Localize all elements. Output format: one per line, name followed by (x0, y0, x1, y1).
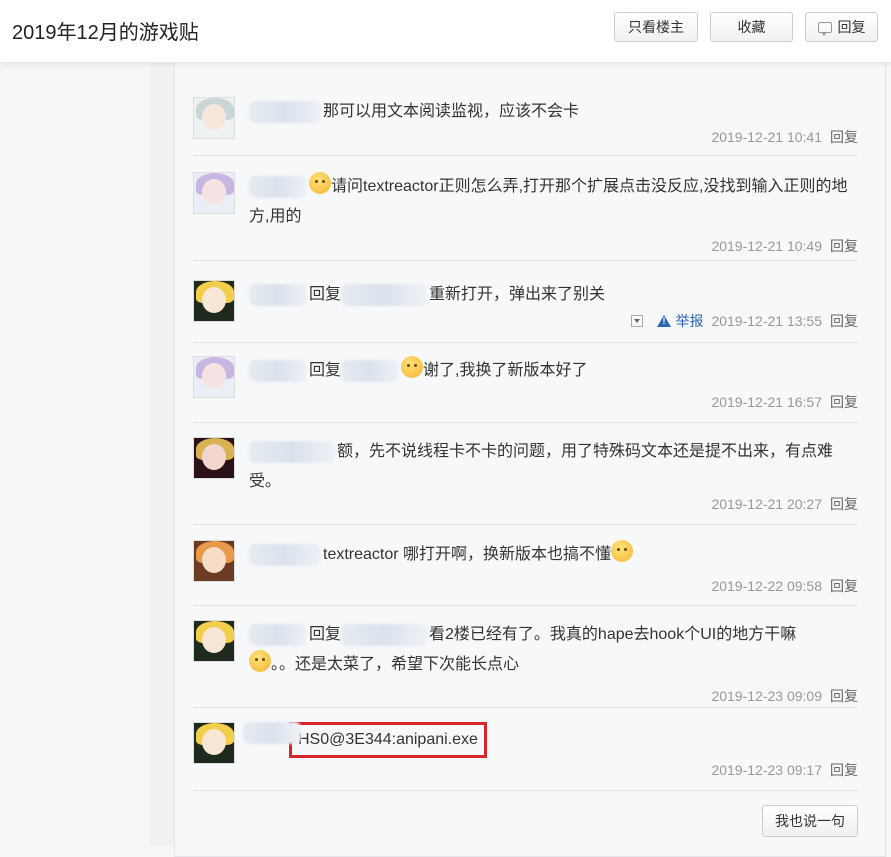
reply-link[interactable]: 回复 (830, 311, 858, 331)
reply-time: 2019-12-21 13:55 (711, 313, 822, 329)
reply-link[interactable]: 回复 (830, 236, 858, 256)
reply-button[interactable]: 回复 (805, 12, 878, 42)
reply-item: 那可以用文本阅读监视，应该不会卡 2019-12-21 10:41 回复 (193, 97, 858, 156)
avatar-blonde-hair-icon[interactable] (193, 722, 235, 764)
reply-link[interactable]: 回复 (830, 392, 858, 412)
reply-meta: 2019-12-21 20:27 回复 (711, 494, 858, 514)
reply-prefix: 回复 (309, 362, 342, 379)
reply-link[interactable]: 回复 (830, 127, 858, 147)
reply-link[interactable]: 回复 (830, 686, 858, 706)
highlighted-code: HS0@3E344:anipani.exe (289, 722, 487, 758)
reply-meta: 2019-12-21 16:57 回复 (711, 392, 858, 412)
reply-meta: 2019-12-22 09:58 回复 (711, 576, 858, 596)
reply-item: 请问textreactor正则怎么弄,打开那个扩展点击没反应,没找到输入正则的地… (193, 172, 858, 261)
reply-meta: 2019-12-21 10:49 回复 (711, 236, 858, 256)
reply-text: 回复 谢了,我换了新版本好了 (249, 356, 857, 386)
reply-text: 回复 看2楼已经有了。我真的hape去hook个UI的地方干嘛 。。还是太菜了，希… (249, 620, 857, 680)
top-bar: 2019年12月的游戏贴 只看楼主 收藏 回复 (0, 0, 891, 63)
reply-item: textreactor 哪打开啊，换新版本也搞不懂 2019-12-22 09:… (193, 540, 858, 606)
reply-text: 额，先不说线程卡不卡的问题，用了特殊码文本还是提不出来，有点难受。 (249, 437, 857, 497)
report-link[interactable]: 举报 (657, 311, 703, 331)
reply-text: 那可以用文本阅读监视，应该不会卡 (249, 97, 857, 127)
reply-text: HS0@3E344:anipani.exe (243, 722, 857, 758)
reply-time: 2019-12-21 16:57 (711, 394, 822, 410)
sweat-emoji-icon (309, 172, 331, 194)
say-something-button[interactable]: 我也说一句 (762, 805, 858, 837)
blurred-username[interactable] (249, 283, 307, 306)
reply-item: 额，先不说线程卡不卡的问题，用了特殊码文本还是提不出来，有点难受。 2019-1… (193, 437, 858, 525)
avatar-orange-hair-icon[interactable] (193, 540, 235, 582)
blurred-username[interactable] (341, 283, 428, 306)
blurred-username[interactable] (249, 175, 307, 198)
blurred-username[interactable] (249, 100, 321, 123)
reply-text: 请问textreactor正则怎么弄,打开那个扩展点击没反应,没找到输入正则的地… (249, 172, 857, 232)
reply-time: 2019-12-21 10:49 (711, 238, 822, 254)
reply-text: textreactor 哪打开啊，换新版本也搞不懂 (249, 540, 857, 570)
tongue-emoji-icon (401, 356, 424, 378)
favorite-button[interactable]: 收藏 (710, 12, 793, 42)
reply-time: 2019-12-21 10:41 (711, 129, 822, 145)
dropdown-arrow-icon[interactable] (631, 315, 644, 327)
avatar-blonde-hair-icon[interactable] (193, 280, 235, 322)
reply-time: 2019-12-21 20:27 (711, 496, 822, 512)
reply-text: 回复 重新打开，弹出来了别关 (249, 280, 857, 310)
reply-link[interactable]: 回复 (830, 494, 858, 514)
reply-meta: 2019-12-21 10:41 回复 (711, 127, 858, 147)
reply-item: 回复 看2楼已经有了。我真的hape去hook个UI的地方干嘛 。。还是太菜了，希… (193, 620, 858, 708)
confused-emoji-icon (611, 540, 634, 562)
reply-link[interactable]: 回复 (830, 576, 858, 596)
avatar-silver-hair-icon[interactable] (193, 97, 235, 139)
left-gutter (150, 62, 174, 846)
reply-button-label: 回复 (837, 19, 866, 35)
reply-prefix: 回复 (309, 286, 342, 303)
reply-item: 回复 谢了,我换了新版本好了 2019-12-21 16:57 回复 (193, 356, 858, 423)
only-op-button[interactable]: 只看楼主 (614, 12, 698, 42)
reply-link[interactable]: 回复 (830, 760, 858, 780)
blurred-username[interactable] (249, 623, 307, 646)
reply-time: 2019-12-23 09:17 (711, 762, 822, 778)
crying-emoji-icon (249, 650, 271, 672)
reply-meta: 举报 2019-12-21 13:55 回复 (631, 311, 858, 331)
blurred-username[interactable] (249, 359, 307, 382)
blurred-username[interactable] (243, 722, 301, 744)
blurred-username[interactable] (249, 440, 335, 463)
reply-time: 2019-12-22 09:58 (711, 578, 822, 594)
avatar-purple-hair-icon[interactable] (193, 356, 235, 398)
comment-bubble-icon (817, 21, 832, 36)
reply-prefix: 回复 (309, 626, 342, 643)
avatar-blonde-hair-icon[interactable] (193, 620, 235, 662)
page-title: 2019年12月的游戏贴 (12, 22, 199, 44)
blurred-username[interactable] (341, 359, 400, 382)
avatar-purple-hair-icon[interactable] (193, 172, 235, 214)
blurred-username[interactable] (249, 543, 321, 566)
reply-item: 回复重新打开，弹出来了别关 举报 2019-12-21 13:55 回复 (193, 280, 858, 343)
reply-meta: 2019-12-23 09:09 回复 (711, 686, 858, 706)
reply-meta: 2019-12-23 09:17 回复 (711, 760, 858, 780)
reply-item: HS0@3E344:anipani.exe 2019-12-23 09:17 回… (193, 722, 858, 791)
reply-time: 2019-12-23 09:09 (711, 688, 822, 704)
avatar-red-hair-icon[interactable] (193, 437, 235, 479)
blurred-username[interactable] (341, 623, 428, 646)
warning-icon (657, 315, 672, 327)
